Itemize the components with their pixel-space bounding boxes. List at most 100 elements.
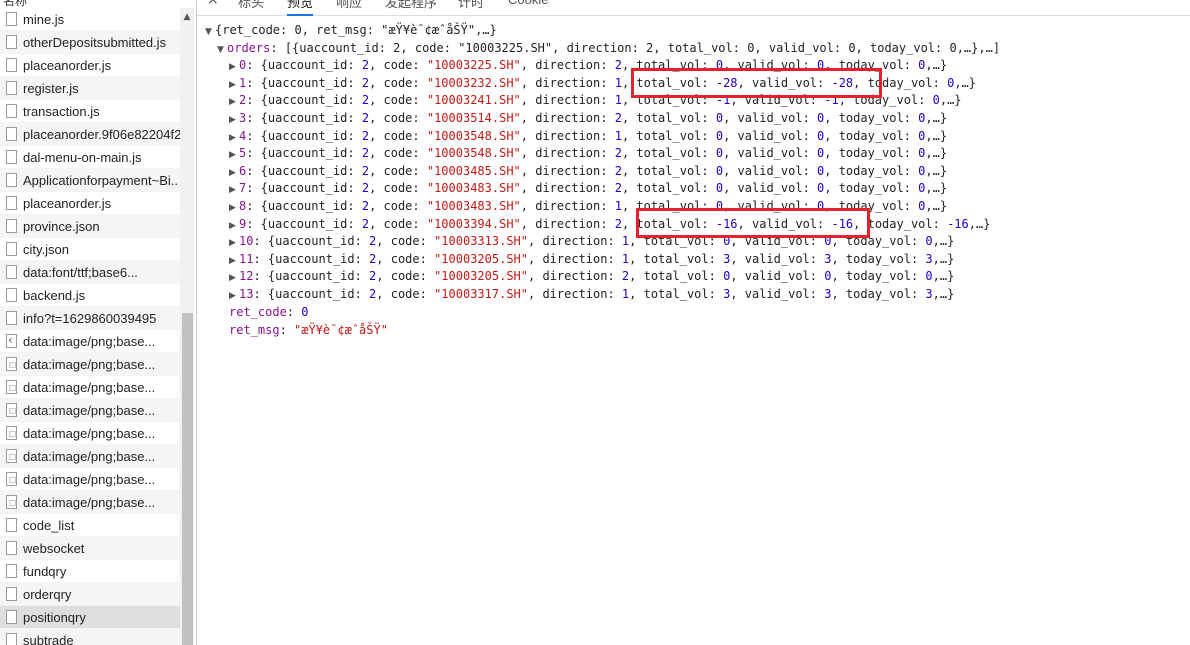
request-row[interactable]: placeanorder.js xyxy=(0,54,180,77)
json-punctuation: , total_vol: xyxy=(629,234,724,249)
json-value: -16 xyxy=(831,216,854,231)
json-punctuation: , valid_vol: xyxy=(723,163,818,178)
request-row[interactable]: placeanorder.js xyxy=(0,192,180,215)
file-icon xyxy=(6,610,17,624)
json-punctuation: : {uaccount_id: xyxy=(246,128,362,143)
json-order-row[interactable]: ▶ 11: {uaccount_id: 2, code: "10003205.SH… xyxy=(229,251,954,268)
json-punctuation: , direction: xyxy=(520,216,615,231)
json-value: 2 xyxy=(361,199,370,213)
json-order-row[interactable]: ▶ 4: {uaccount_id: 2, code: "10003548.SH"… xyxy=(229,128,947,145)
json-value: "10003548.SH" xyxy=(426,128,521,143)
json-order-row[interactable]: ▶ 7: {uaccount_id: 2, code: "10003483.SH"… xyxy=(229,180,947,197)
collapsed-triangle-icon[interactable]: ▶ xyxy=(229,80,239,90)
collapsed-triangle-icon[interactable]: ▶ xyxy=(229,133,239,143)
json-punctuation: : {uaccount_id: xyxy=(253,234,370,249)
json-order-row[interactable]: ▶ 9: {uaccount_id: 2, code: "10003394.SH"… xyxy=(229,216,990,233)
collapsed-triangle-icon[interactable]: ▶ xyxy=(229,168,239,178)
json-value: "10003483.SH" xyxy=(426,181,521,196)
json-order-row[interactable]: ▶ 0: {uaccount_id: 2, code: "10003225.SH"… xyxy=(229,57,947,74)
request-list-scrollbar[interactable]: ▲ xyxy=(180,8,194,645)
file-icon xyxy=(6,12,17,26)
json-punctuation: : {uaccount_id: xyxy=(253,251,370,266)
json-order-row[interactable]: ▶ 3: {uaccount_id: 2, code: "10003514.SH"… xyxy=(229,110,947,127)
request-row[interactable]: mine.js xyxy=(0,8,180,31)
request-row[interactable]: backend.js xyxy=(0,284,180,307)
request-row[interactable]: otherDepositsubmitted.js xyxy=(0,31,180,54)
tab-preview[interactable]: 预览 xyxy=(287,0,314,16)
request-row[interactable]: province.json xyxy=(0,215,180,238)
request-name: positionqry xyxy=(23,610,86,625)
json-punctuation: , direction: xyxy=(520,146,615,161)
json-value: 2 xyxy=(361,181,370,196)
json-punctuation: ,…} xyxy=(939,93,962,108)
scrollbar-thumb[interactable] xyxy=(182,313,193,645)
json-value: "10003483.SH" xyxy=(426,199,521,213)
json-punctuation: , today_vol: xyxy=(824,111,919,125)
request-row[interactable]: data:image/png;base... xyxy=(0,445,180,468)
json-order-row[interactable]: ▶ 10: {uaccount_id: 2, code: "10003313.SH… xyxy=(229,233,954,250)
request-row[interactable]: transaction.js xyxy=(0,100,180,123)
expanded-triangle-icon[interactable]: ▼ xyxy=(217,45,227,55)
collapsed-triangle-icon[interactable]: ▶ xyxy=(229,115,239,125)
request-name: orderqry xyxy=(23,587,72,602)
collapsed-triangle-icon[interactable]: ▶ xyxy=(229,273,239,283)
request-row[interactable]: websocket xyxy=(0,537,180,560)
collapsed-triangle-icon[interactable]: ▶ xyxy=(229,185,239,195)
collapsed-triangle-icon[interactable]: ▶ xyxy=(229,62,239,72)
tab-headers[interactable]: 标头 xyxy=(238,0,264,16)
request-row[interactable]: positionqry xyxy=(0,606,180,629)
request-row[interactable]: data:image/png;base... xyxy=(0,330,180,353)
request-row[interactable]: data:image/png;base... xyxy=(0,491,180,514)
json-punctuation: , today_vol: xyxy=(824,163,919,178)
json-order-row[interactable]: ▶ 5: {uaccount_id: 2, code: "10003548.SH"… xyxy=(229,145,947,162)
collapsed-triangle-icon[interactable]: ▶ xyxy=(229,221,239,231)
request-row[interactable]: data:image/png;base... xyxy=(0,376,180,399)
image-icon xyxy=(6,449,17,463)
json-punctuation: , direction: xyxy=(528,234,622,249)
json-value: -28 xyxy=(715,75,738,90)
json-order-row[interactable]: ▶ 8: {uaccount_id: 2, code: "10003483.SH"… xyxy=(229,198,947,215)
request-row[interactable]: orderqry xyxy=(0,583,180,606)
json-order-row[interactable]: ▶ 6: {uaccount_id: 2, code: "10003485.SH"… xyxy=(229,163,947,180)
request-row[interactable]: placeanorder.9f06e82204f2 xyxy=(0,123,180,146)
collapsed-triangle-icon[interactable]: ▶ xyxy=(229,97,239,107)
request-row[interactable]: dal-menu-on-main.js xyxy=(0,146,180,169)
request-row[interactable]: data:image/png;base... xyxy=(0,353,180,376)
request-name: Applicationforpayment~Bi.. xyxy=(23,173,179,188)
request-row[interactable]: register.js xyxy=(0,77,180,100)
collapsed-triangle-icon[interactable]: ▶ xyxy=(229,256,239,266)
request-row[interactable]: info?t=1629860039495 xyxy=(0,307,180,330)
tab-cookie[interactable]: Cookie xyxy=(508,0,548,16)
request-row[interactable]: data:image/png;base... xyxy=(0,468,180,491)
request-row[interactable]: code_list xyxy=(0,514,180,537)
request-name: code_list xyxy=(23,518,75,533)
close-details-icon[interactable]: × xyxy=(207,0,219,8)
tab-response[interactable]: 响应 xyxy=(336,0,362,16)
expanded-triangle-icon[interactable]: ▼ xyxy=(205,27,215,37)
request-row[interactable]: city.json xyxy=(0,238,180,261)
collapsed-triangle-icon[interactable]: ▶ xyxy=(229,291,239,301)
json-order-row[interactable]: ▶ 13: {uaccount_id: 2, code: "10003317.SH… xyxy=(229,286,954,303)
tab-timing[interactable]: 计时 xyxy=(458,0,484,16)
json-order-row[interactable]: ▶ 1: {uaccount_id: 2, code: "10003232.SH"… xyxy=(229,75,976,92)
json-value: 3 xyxy=(925,287,933,301)
request-row[interactable]: data:image/png;base... xyxy=(0,399,180,422)
collapsed-triangle-icon[interactable]: ▶ xyxy=(229,238,239,248)
json-punctuation: , total_vol: xyxy=(621,75,716,90)
request-row[interactable]: fundqry xyxy=(0,560,180,583)
json-order-row[interactable]: ▶ 2: {uaccount_id: 2, code: "10003241.SH"… xyxy=(229,92,962,109)
request-row[interactable]: data:font/ttf;base6... xyxy=(0,261,180,284)
tab-initiator[interactable]: 发起程序 xyxy=(385,0,437,16)
scroll-up-arrow-icon[interactable]: ▲ xyxy=(180,10,194,24)
json-punctuation: , valid_vol: xyxy=(723,128,818,143)
request-row[interactable]: data:image/png;base... xyxy=(0,422,180,445)
json-punctuation: ,…} xyxy=(925,111,948,125)
request-row[interactable]: subtrade xyxy=(0,629,180,645)
collapsed-triangle-icon[interactable]: ▶ xyxy=(229,203,239,213)
json-root-node[interactable]: ▼ {ret_code: 0, ret_msg: "æŸ¥è¯¢æˆåŠŸ",…} xyxy=(205,22,497,39)
collapsed-triangle-icon[interactable]: ▶ xyxy=(229,150,239,160)
json-order-row[interactable]: ▶ 12: {uaccount_id: 2, code: "10003205.SH… xyxy=(229,268,954,285)
request-row[interactable]: Applicationforpayment~Bi.. xyxy=(0,169,180,192)
image-icon xyxy=(6,495,17,509)
json-orders-node[interactable]: ▼ orders: [{uaccount_id: 2, code: "100032… xyxy=(217,40,1000,57)
